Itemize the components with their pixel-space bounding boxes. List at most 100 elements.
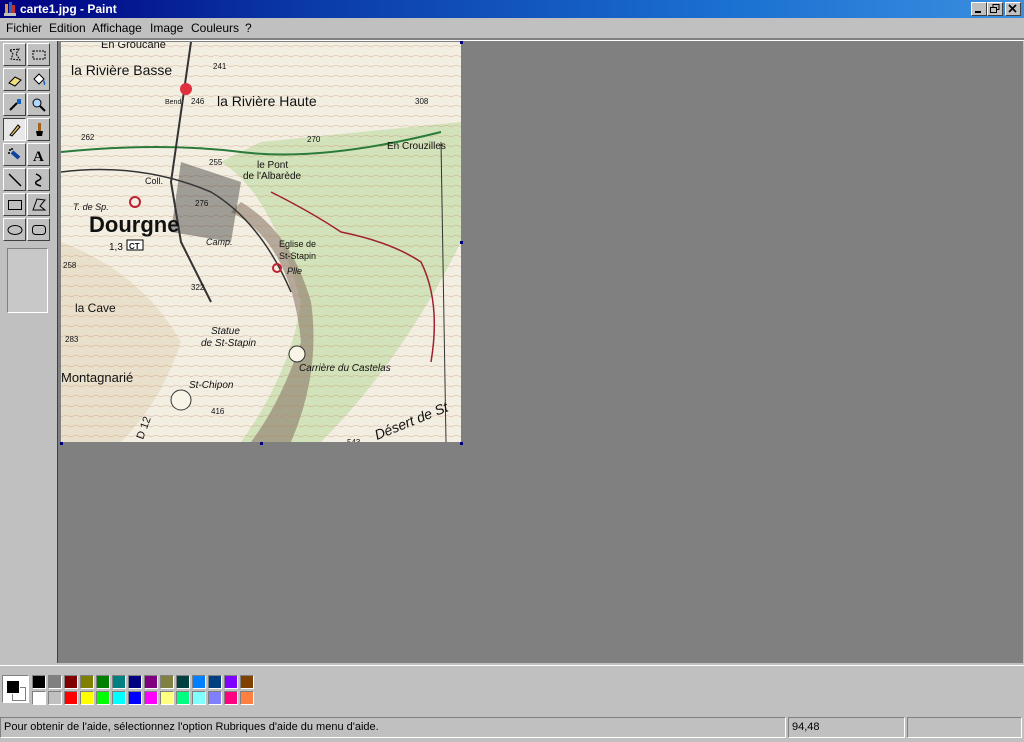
palette-color-swatch[interactable]	[80, 691, 94, 705]
palette-color-swatch[interactable]	[208, 691, 222, 705]
map-label-bend: Bend.	[165, 99, 183, 106]
palette-color-swatch[interactable]	[32, 675, 46, 689]
rectangle-select-icon	[32, 50, 46, 60]
menu-image[interactable]: Image	[150, 21, 183, 35]
map-label-eglise: Eglise de	[279, 239, 316, 249]
resize-handle[interactable]	[60, 442, 63, 445]
palette-color-swatch[interactable]	[64, 691, 78, 705]
eraser-tool[interactable]	[3, 68, 26, 91]
map-image[interactable]: En Groucane la Rivière Basse la Rivière …	[61, 42, 461, 442]
palette-color-swatch[interactable]	[112, 675, 126, 689]
eraser-icon	[8, 76, 22, 87]
airbrush-icon	[8, 148, 21, 160]
palette-color-swatch[interactable]	[128, 675, 142, 689]
map-label-coll: Coll.	[145, 176, 163, 186]
palette-color-swatch[interactable]	[112, 691, 126, 705]
map-label-carriere: Carrière du Castelas	[299, 363, 391, 374]
line-tool[interactable]	[3, 168, 26, 191]
airbrush-tool[interactable]	[3, 143, 26, 166]
color-palette	[0, 665, 1024, 714]
palette-color-swatch[interactable]	[160, 675, 174, 689]
palette-color-swatch[interactable]	[96, 691, 110, 705]
polygon-tool[interactable]	[27, 193, 50, 216]
free-form-select-icon	[9, 48, 22, 61]
menu-edition[interactable]: Edition	[49, 21, 86, 35]
canvas-workspace[interactable]: En Groucane la Rivière Basse la Rivière …	[57, 41, 1023, 663]
map-label-n543: 543	[347, 438, 361, 442]
palette-color-swatch[interactable]	[144, 691, 158, 705]
resize-handle[interactable]	[460, 41, 463, 44]
palette-color-swatch[interactable]	[128, 691, 142, 705]
brush-icon	[36, 123, 43, 136]
palette-color-swatch[interactable]	[160, 691, 174, 705]
menu-fichier[interactable]: Fichier	[6, 21, 42, 35]
map-label-en-crouzilles: En Crouzilles	[387, 141, 446, 152]
map-label-st-chipon: St-Chipon	[189, 380, 234, 391]
palette-color-swatch[interactable]	[240, 691, 254, 705]
map-label-statue: Statue	[211, 326, 240, 337]
menu-help[interactable]: ?	[245, 21, 252, 35]
map-label-en-groucane: En Groucane	[101, 42, 166, 51]
palette-color-swatch[interactable]	[48, 675, 62, 689]
pencil-tool[interactable]	[3, 118, 26, 141]
rectangle-tool[interactable]	[3, 193, 26, 216]
palette-color-swatch[interactable]	[80, 675, 94, 689]
menu-affichage[interactable]: Affichage	[92, 21, 142, 35]
fill-tool[interactable]	[27, 68, 50, 91]
map-label-n416: 416	[211, 407, 225, 416]
color-picker-tool[interactable]	[3, 93, 26, 116]
svg-text:A: A	[33, 149, 44, 163]
palette-color-swatch[interactable]	[192, 691, 206, 705]
free-form-select-tool[interactable]	[3, 43, 26, 66]
map-label-ct: CT	[129, 242, 140, 251]
palette-color-swatch[interactable]	[208, 675, 222, 689]
palette-color-swatch[interactable]	[64, 675, 78, 689]
curve-tool[interactable]	[27, 168, 50, 191]
palette-color-swatch[interactable]	[176, 675, 190, 689]
pencil-icon	[9, 124, 21, 137]
close-icon	[1008, 4, 1017, 13]
palette-color-swatch[interactable]	[240, 675, 254, 689]
resize-handle[interactable]	[260, 442, 263, 445]
map-label-n276: 276	[195, 199, 209, 208]
rectangle-icon	[8, 200, 22, 210]
foreground-color-swatch	[6, 680, 20, 694]
map-label-st-stapin: St-Stapin	[279, 251, 316, 261]
status-size	[907, 717, 1022, 738]
palette-color-swatch[interactable]	[192, 675, 206, 689]
restore-button[interactable]	[987, 2, 1003, 16]
map-symbol-quarry	[170, 389, 192, 411]
status-coordinates: 94,48	[788, 717, 905, 738]
status-bar: Pour obtenir de l'aide, sélectionnez l'o…	[0, 715, 1024, 742]
map-label-t-de-sp: T. de Sp.	[73, 202, 109, 212]
title-bar[interactable]: carte1.jpg - Paint	[0, 0, 1024, 18]
rectangle-select-tool[interactable]	[27, 43, 50, 66]
palette-color-swatch[interactable]	[32, 691, 46, 705]
topographic-map: En Groucane la Rivière Basse la Rivière …	[61, 42, 461, 442]
line-icon	[8, 173, 22, 187]
tool-options-box[interactable]	[7, 248, 48, 313]
palette-color-swatch[interactable]	[144, 675, 158, 689]
map-label-le-pont: le Pont	[257, 160, 288, 171]
brush-tool[interactable]	[27, 118, 50, 141]
magnifier-tool[interactable]	[27, 93, 50, 116]
map-label-n283: 283	[65, 335, 79, 344]
menu-couleurs[interactable]: Couleurs	[191, 21, 239, 35]
close-button[interactable]	[1005, 2, 1021, 16]
map-label-montagnarie: Montagnarié	[61, 370, 133, 385]
map-label-n255: 255	[209, 158, 223, 167]
palette-color-swatch[interactable]	[224, 675, 238, 689]
minimize-button[interactable]	[971, 2, 987, 16]
rounded-rectangle-tool[interactable]	[27, 218, 50, 241]
palette-color-swatch[interactable]	[176, 691, 190, 705]
map-label-camp: Camp.	[206, 237, 233, 247]
current-colors[interactable]	[2, 675, 29, 703]
map-symbol-red-marker	[180, 83, 192, 95]
palette-color-swatch[interactable]	[96, 675, 110, 689]
ellipse-tool[interactable]	[3, 218, 26, 241]
palette-color-swatch[interactable]	[48, 691, 62, 705]
text-tool[interactable]: A	[27, 143, 50, 166]
resize-handle[interactable]	[460, 442, 463, 445]
palette-color-swatch[interactable]	[224, 691, 238, 705]
resize-handle[interactable]	[460, 241, 463, 244]
